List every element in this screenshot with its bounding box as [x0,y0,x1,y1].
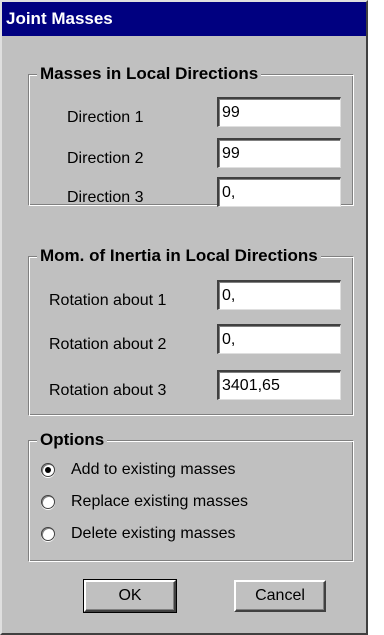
rotation-2-label: Rotation about 2 [49,336,167,353]
rotation-1-label: Rotation about 1 [49,292,167,309]
ok-button[interactable]: OK [83,579,177,613]
replace-existing-option[interactable]: Replace existing masses [41,491,248,513]
options-group-title: Options [37,429,108,451]
rotation-3-field[interactable] [217,370,341,400]
masses-group-title: Masses in Local Directions [37,63,262,85]
masses-group: Masses in Local Directions Direction 1 D… [28,63,354,207]
direction-2-label: Direction 2 [67,150,144,167]
inertia-group: Mom. of Inertia in Local Directions Rota… [28,245,354,416]
joint-masses-dialog: Joint Masses Masses in Local Directions … [0,0,368,635]
rotation-3-label: Rotation about 3 [49,382,167,399]
add-to-existing-option[interactable]: Add to existing masses [41,459,236,481]
direction-1-field[interactable] [217,97,341,127]
direction-3-label: Direction 3 [67,189,144,206]
delete-existing-label: Delete existing masses [71,525,236,542]
add-to-existing-label: Add to existing masses [71,461,236,478]
window-title: Joint Masses [2,2,366,36]
direction-3-field[interactable] [217,177,341,207]
rotation-2-field[interactable] [217,324,341,354]
direction-1-label: Direction 1 [67,109,144,126]
delete-existing-option[interactable]: Delete existing masses [41,523,236,545]
add-to-existing-radio[interactable] [41,463,55,477]
direction-2-field[interactable] [217,138,341,168]
inertia-group-title: Mom. of Inertia in Local Directions [37,245,321,267]
rotation-1-field[interactable] [217,280,341,310]
cancel-button[interactable]: Cancel [234,580,326,612]
delete-existing-radio[interactable] [41,527,55,541]
replace-existing-label: Replace existing masses [71,493,248,510]
options-group: Options Add to existing masses Replace e… [28,429,354,562]
replace-existing-radio[interactable] [41,495,55,509]
